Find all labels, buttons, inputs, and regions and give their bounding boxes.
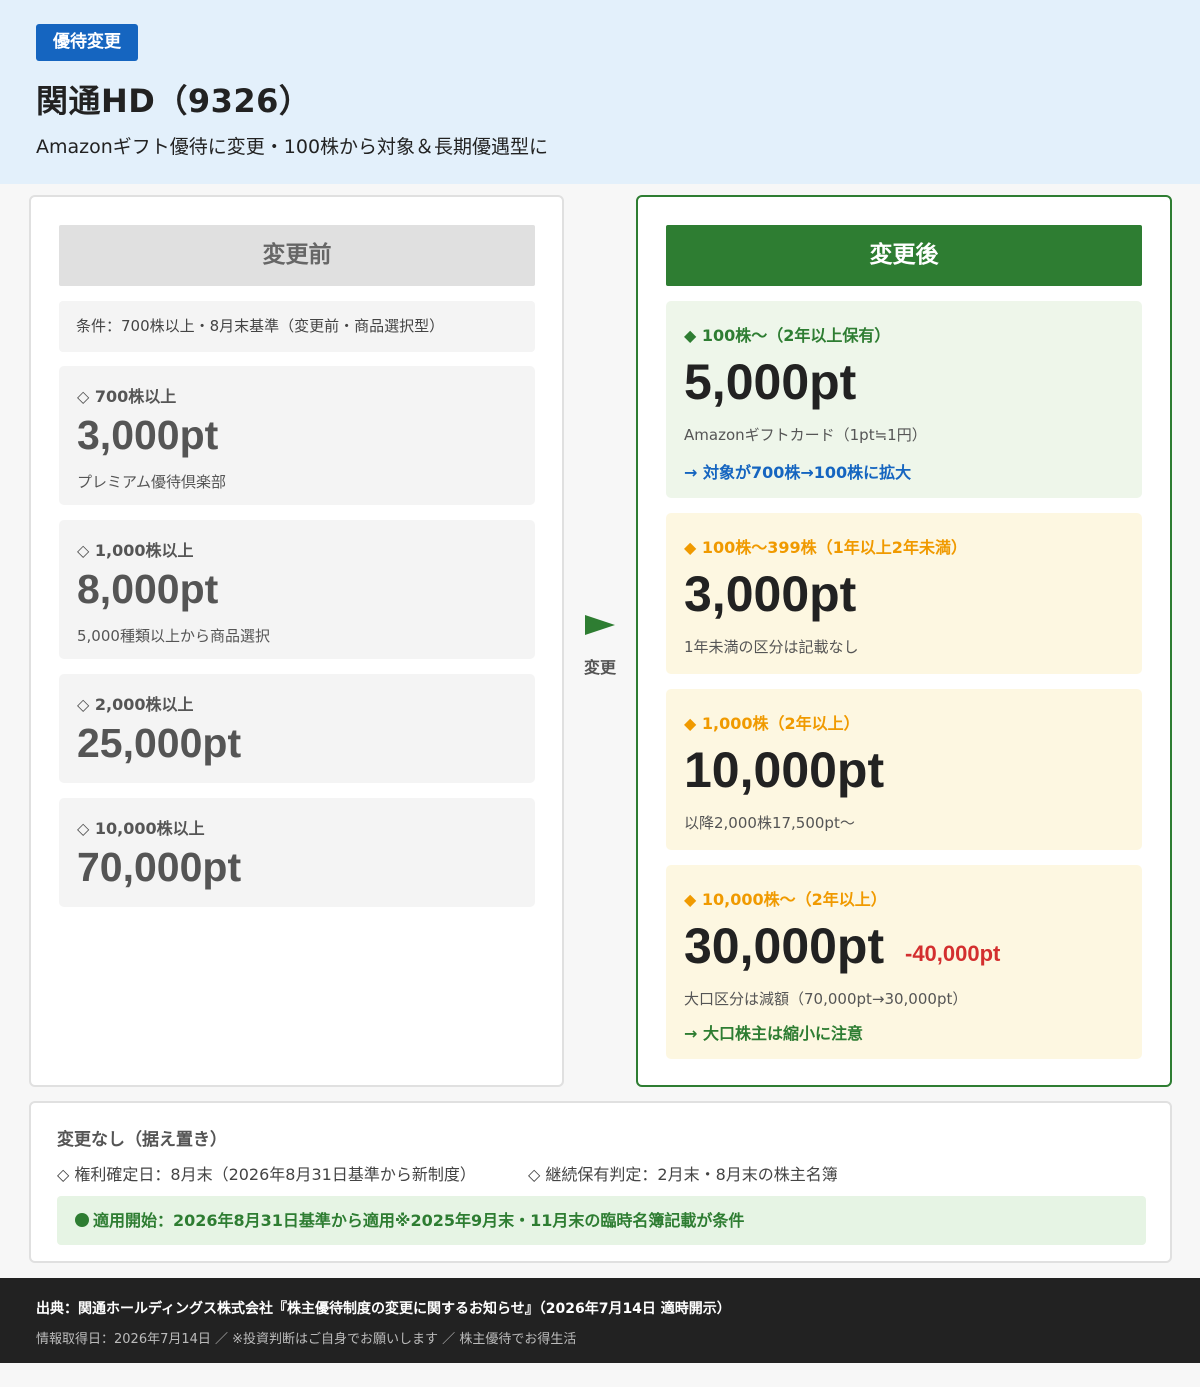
tier-note: プレミアム優待倶楽部 <box>77 473 226 491</box>
start-date-text: 適用開始：2026年8月31日基準から適用※2025年9月末・11月末の臨時名簿… <box>93 1211 745 1230</box>
before-tier-card: ◇ 1,000株以上 8,000pt 5,000種類以上から商品選択 <box>59 520 535 659</box>
unchanged-section: 変更なし（据え置き） ◇ 権利確定日：8月末（2026年8月31日基準から新制度… <box>29 1101 1172 1263</box>
unchanged-item: ◇ 権利確定日：8月末（2026年8月31日基準から新制度） <box>57 1165 476 1184</box>
tier-note: 大口区分は減額（70,000pt→30,000pt） <box>684 990 968 1008</box>
tier-value: 10,000pt <box>684 742 885 798</box>
page-subtitle: Amazonギフト優待に変更・100株から対象＆長期優遇型に <box>36 136 549 158</box>
before-heading: 変更前 <box>59 225 535 286</box>
tier-value: 3,000pt <box>684 566 857 622</box>
before-tier-card: ◇ 10,000株以上 70,000pt <box>59 798 535 907</box>
change-badge: 優待変更 <box>36 24 138 61</box>
after-tier-card: ◆ 100株〜399株（1年以上2年未満） 3,000pt 1年未満の区分は記載… <box>666 513 1142 674</box>
before-panel: 変更前 条件：700株以上・8月末基準（変更前・商品選択型） ◇ 700株以上 … <box>29 195 564 1087</box>
before-tier-card: ◇ 700株以上 3,000pt プレミアム優待倶楽部 <box>59 366 535 505</box>
tier-note: 以降2,000株17,500pt〜 <box>684 814 855 832</box>
green-dot-icon <box>75 1213 89 1227</box>
tier-value: 5,000pt <box>684 354 857 410</box>
tier-value: 8,000pt <box>77 566 219 612</box>
before-condition: 条件：700株以上・8月末基準（変更前・商品選択型） <box>59 301 535 352</box>
tier-label: ◇ 1,000株以上 <box>77 541 194 560</box>
after-tier-card: ◆ 100株〜（2年以上保有） 5,000pt Amazonギフトカード（1pt… <box>666 301 1142 498</box>
after-tier-card: ◆ 10,000株〜（2年以上） 30,000pt -40,000pt 大口区分… <box>666 865 1142 1059</box>
tier-label: ◆ 1,000株（2年以上） <box>684 714 860 733</box>
tier-value: 30,000pt <box>684 918 885 974</box>
after-tier-card: ◆ 1,000株（2年以上） 10,000pt 以降2,000株17,500pt… <box>666 689 1142 850</box>
unchanged-item: ◇ 継続保有判定：2月末・8月末の株主名簿 <box>528 1165 838 1184</box>
tier-diff: -40,000pt <box>905 941 1001 966</box>
footer: 出典：関通ホールディングス株式会社『株主優待制度の変更に関するお知らせ』（202… <box>0 1278 1200 1363</box>
tier-label: ◆ 100株〜399株（1年以上2年未満） <box>684 538 967 557</box>
header: 優待変更 関通HD（9326） Amazonギフト優待に変更・100株から対象＆… <box>0 0 1200 184</box>
footer-source: 出典：関通ホールディングス株式会社『株主優待制度の変更に関するお知らせ』（202… <box>36 1301 731 1317</box>
tier-label: ◆ 10,000株〜（2年以上） <box>684 890 887 909</box>
tier-label: ◆ 100株〜（2年以上保有） <box>684 326 891 345</box>
before-tier-card: ◇ 2,000株以上 25,000pt <box>59 674 535 783</box>
tier-note: 1年未満の区分は記載なし <box>684 638 859 656</box>
tier-value: 70,000pt <box>77 844 242 890</box>
page-title: 関通HD（9326） <box>36 82 312 120</box>
start-date-banner: 適用開始：2026年8月31日基準から適用※2025年9月末・11月末の臨時名簿… <box>57 1196 1146 1245</box>
tier-label: ◇ 2,000株以上 <box>77 695 194 714</box>
tier-note: 5,000種類以上から商品選択 <box>77 627 270 645</box>
after-heading: 変更後 <box>666 225 1142 286</box>
tier-label: ◇ 700株以上 <box>77 387 177 406</box>
tier-note: Amazonギフトカード（1pt≒1円） <box>684 426 927 444</box>
right-triangle-arrow-icon <box>585 615 615 635</box>
change-arrow: 変更 <box>575 612 625 682</box>
tier-value: 3,000pt <box>77 412 219 458</box>
unchanged-title: 変更なし（据え置き） <box>57 1130 227 1150</box>
tier-highlight: → 大口株主は縮小に注意 <box>684 1024 863 1043</box>
footer-info: 情報取得日：2026年7月14日 ／ ※投資判断はご自身でお願いします ／ 株主… <box>36 1332 577 1347</box>
after-panel: 変更後 ◆ 100株〜（2年以上保有） 5,000pt Amazonギフトカード… <box>636 195 1172 1087</box>
tier-label: ◇ 10,000株以上 <box>77 819 205 838</box>
change-arrow-label: 変更 <box>583 658 616 677</box>
tier-value: 25,000pt <box>77 720 242 766</box>
tier-highlight: → 対象が700株→100株に拡大 <box>684 463 912 482</box>
